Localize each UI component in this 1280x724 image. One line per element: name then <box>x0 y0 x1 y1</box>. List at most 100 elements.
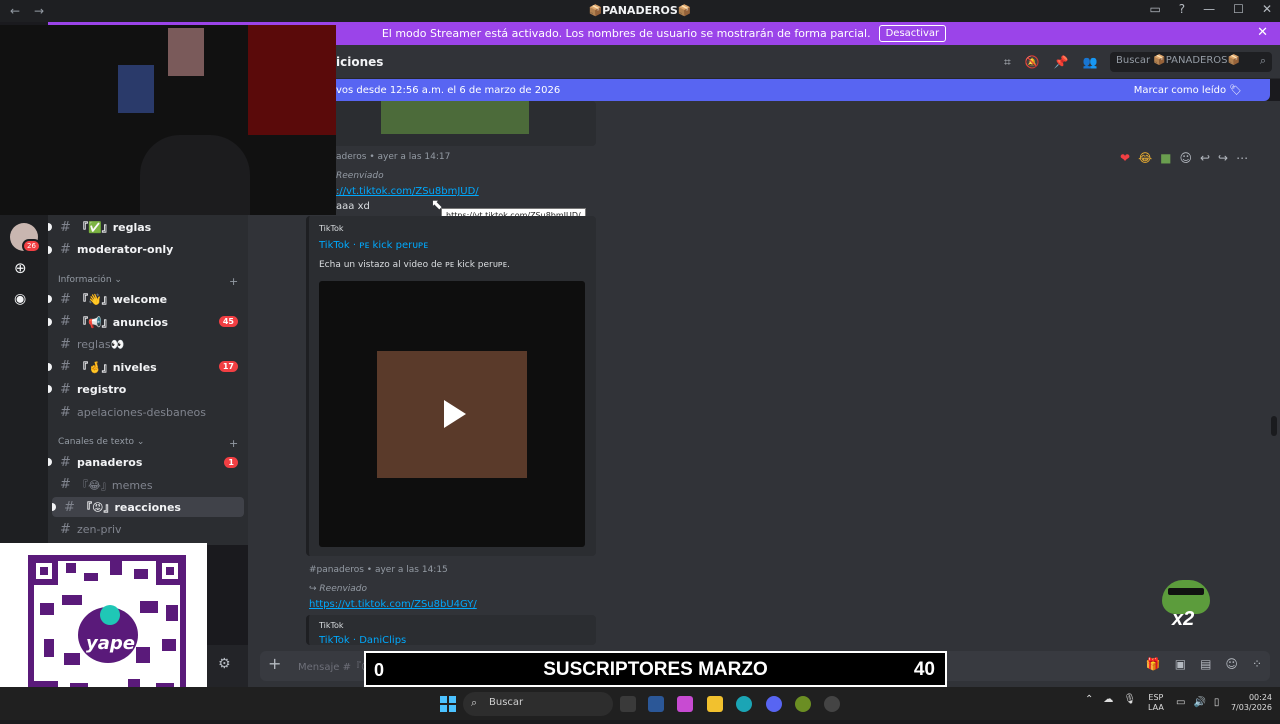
channel-item[interactable]: # moderator-only <box>48 240 248 260</box>
channel-item[interactable]: # 『✅』reglas <box>48 217 248 237</box>
play-icon[interactable] <box>432 394 472 434</box>
mark-as-read-button[interactable]: Marcar como leído 🏷 <box>1134 85 1242 96</box>
search-input[interactable]: Buscar 📦PANADEROS📦 ⌕ <box>1110 52 1272 72</box>
server-rail: 26 ⊕ ◉ <box>0 215 48 545</box>
chat-scrollbar-thumb[interactable] <box>1271 416 1277 436</box>
channel-item[interactable]: # 『👋』welcome <box>48 289 248 309</box>
forward-icon[interactable]: ↪ <box>1218 151 1228 165</box>
emoji-icon[interactable]: ☺ <box>1225 657 1238 671</box>
channel-sidebar: Información ⌄ + Canales de texto ⌄ + 👤⚙ … <box>48 215 248 545</box>
custom-reaction-icon[interactable]: ■ <box>1160 151 1171 165</box>
channel-hash-icon: # <box>60 381 71 397</box>
embed-video-thumbnail[interactable] <box>319 281 585 547</box>
channel-item[interactable]: # panaderos 1 <box>48 452 248 472</box>
disable-streamer-button[interactable]: Desactivar <box>878 25 947 42</box>
message-link-2[interactable]: https://vt.tiktok.com/ZSu8bU4GY/ <box>309 599 477 610</box>
gift-icon[interactable]: 🎁 <box>1146 657 1161 671</box>
channel-hash-icon: # <box>64 499 75 515</box>
unread-indicator <box>48 317 52 326</box>
channel-label: panaderos <box>77 455 143 469</box>
webcam-poster <box>168 28 204 76</box>
embed-title[interactable]: TikTok · DaniClips <box>319 635 406 645</box>
network-icon[interactable]: ▭ <box>1176 697 1185 708</box>
unread-indicator <box>48 385 52 394</box>
battery-icon[interactable]: ▯ <box>1214 697 1220 708</box>
sticker-icon[interactable]: ▤ <box>1200 657 1211 671</box>
channel-item[interactable]: # 『📢』anuncios 45 <box>48 312 248 332</box>
edge-browser-icon[interactable] <box>736 696 752 712</box>
channel-item[interactable]: # zen-priv <box>48 520 248 540</box>
forwarded-label-2: ↪ Reenviado <box>309 584 367 594</box>
close-window-button[interactable]: ✕ <box>1262 2 1272 16</box>
app-icon[interactable] <box>795 696 811 712</box>
microphone-icon[interactable]: 🎙 <box>1123 694 1136 705</box>
system-tray: ⌃ ☁ 🎙 <box>1085 694 1136 705</box>
unread-indicator <box>48 458 52 466</box>
message-action-bar: ❤ 😂 ■ ☺ ↩ ↪ ⋯ <box>1120 151 1248 165</box>
streamer-banner-text: El modo Streamer está activado. Los nomb… <box>381 27 871 40</box>
task-view-icon[interactable] <box>620 696 636 712</box>
previous-embed-image[interactable] <box>381 101 529 134</box>
apps-icon[interactable]: ⁘ <box>1252 657 1262 671</box>
channel-item[interactable]: # reglas👀 <box>48 334 248 354</box>
message-link-1[interactable]: ://vt.tiktok.com/ZSu8bmJUD/ <box>336 186 479 197</box>
volume-icon[interactable]: 🔊 <box>1193 697 1205 708</box>
taskbar-clock[interactable]: 00:24 7/03/2026 <box>1228 693 1272 713</box>
window-titlebar: ← → 📦PANADEROS📦 ▭ ? — ☐ ✕ <box>0 0 1280 22</box>
add-channel-icon[interactable]: + <box>229 437 238 450</box>
channel-header-name: iciones <box>336 55 384 69</box>
channel-label: zen-priv <box>77 523 122 537</box>
laugh-reaction-icon[interactable]: 😂 <box>1138 151 1152 165</box>
channel-hash-icon: # <box>60 522 71 538</box>
heart-reaction-icon[interactable]: ❤ <box>1120 151 1130 165</box>
mute-bell-icon[interactable]: 🔕 <box>1025 55 1040 70</box>
language-indicator[interactable]: ESP LAA <box>1148 693 1164 713</box>
message-text-1: aaa xd <box>336 201 370 212</box>
channel-hash-icon: # <box>60 291 71 307</box>
discord-icon[interactable] <box>766 696 782 712</box>
channel-item[interactable]: # apelaciones-desbaneos <box>48 402 248 422</box>
gif-icon[interactable]: ▣ <box>1175 657 1186 671</box>
store-icon[interactable] <box>648 696 664 712</box>
mouse-cursor-icon: ⬉ <box>431 197 443 213</box>
tray-chevron-icon[interactable]: ⌃ <box>1085 694 1093 705</box>
attach-plus-icon[interactable]: + <box>268 654 281 673</box>
channel-item[interactable]: # 『🤞』niveles 17 <box>48 357 248 377</box>
file-explorer-icon[interactable] <box>707 696 723 712</box>
message-meta-1: aderos • ayer a las 14:17 <box>336 152 451 162</box>
start-menu-icon[interactable] <box>440 696 456 716</box>
members-icon[interactable]: 👥 <box>1083 55 1098 70</box>
add-server-icon[interactable]: ⊕ <box>14 259 27 277</box>
obs-icon[interactable] <box>824 696 840 712</box>
channel-item[interactable]: # 『😂』memes <box>48 475 248 495</box>
unread-indicator <box>48 245 52 254</box>
category-canales-texto[interactable]: Canales de texto ⌄ + <box>58 437 238 450</box>
category-informacion[interactable]: Información ⌄ + <box>58 275 238 288</box>
add-reaction-icon[interactable]: ☺ <box>1179 151 1192 165</box>
embed-title[interactable]: TikTok · ᴘᴇ kick perᴜᴘᴇ <box>319 240 428 251</box>
pin-icon[interactable]: 📌 <box>1054 55 1069 70</box>
taskbar-search[interactable]: ⌕ Buscar <box>463 692 613 716</box>
new-messages-text: vos desde 12:56 a.m. el 6 de marzo de 20… <box>336 84 561 96</box>
close-banner-icon[interactable]: ✕ <box>1257 25 1268 40</box>
new-messages-bar[interactable]: vos desde 12:56 a.m. el 6 de marzo de 20… <box>300 79 1270 101</box>
threads-icon[interactable]: ⌗ <box>1004 55 1011 70</box>
reply-icon[interactable]: ↩ <box>1200 151 1210 165</box>
onedrive-icon[interactable]: ☁ <box>1103 694 1113 705</box>
discover-compass-icon[interactable]: ◉ <box>14 291 26 307</box>
maximize-button[interactable]: ☐ <box>1233 2 1244 16</box>
more-options-icon[interactable]: ⋯ <box>1236 151 1248 165</box>
channel-item[interactable]: # registro <box>48 379 248 399</box>
unread-indicator <box>52 503 56 512</box>
inbox-icon[interactable]: ▭ <box>1149 2 1160 16</box>
forwarded-label-1: Reenviado <box>336 171 384 181</box>
channel-label: 『✅』reglas <box>77 221 152 234</box>
help-icon[interactable]: ? <box>1179 2 1185 16</box>
copilot-icon[interactable] <box>677 696 693 712</box>
channel-item[interactable]: # 『😡』reacciones <box>52 497 244 518</box>
minimize-button[interactable]: — <box>1203 2 1215 16</box>
settings-gear-icon[interactable]: ⚙ <box>218 656 231 672</box>
add-channel-icon[interactable]: + <box>229 275 238 288</box>
server-mention-badge: 26 <box>22 239 41 253</box>
tiktok-embed-1: TikTok TikTok · ᴘᴇ kick perᴜᴘᴇ Echa un v… <box>306 216 596 556</box>
